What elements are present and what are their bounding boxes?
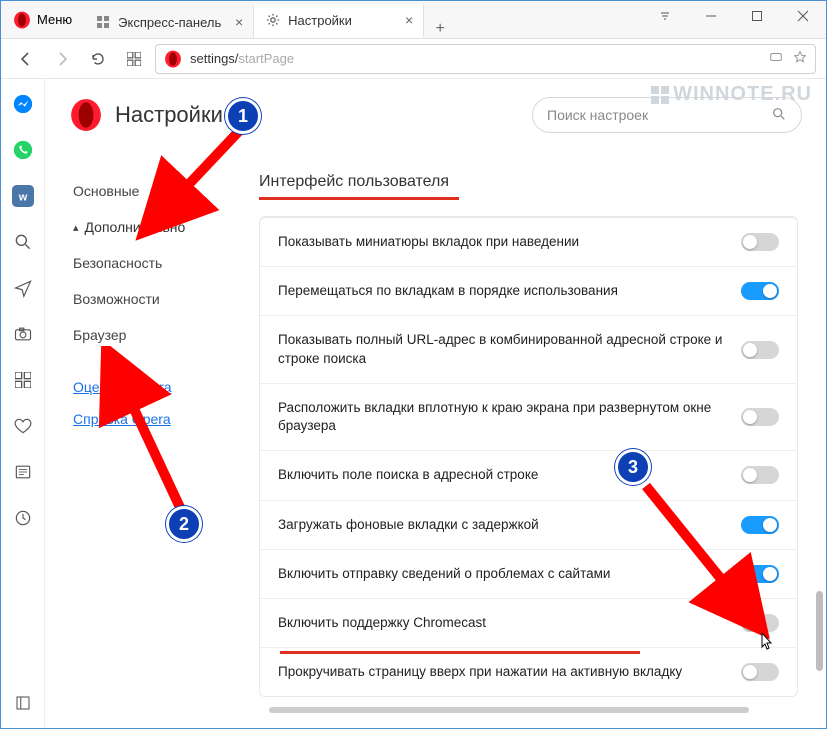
setting-row[interactable]: Прокручивать страницу вверх при нажатии … xyxy=(260,647,797,696)
opera-logo-icon xyxy=(164,50,182,68)
sidebar-item-browser[interactable]: Браузер xyxy=(69,317,239,353)
news-icon[interactable] xyxy=(12,461,34,483)
setting-label: Включить отправку сведений о проблемах с… xyxy=(278,565,729,583)
close-icon[interactable]: × xyxy=(235,14,243,30)
setting-row[interactable]: Расположить вкладки вплотную к краю экра… xyxy=(260,383,797,450)
toggle-switch[interactable] xyxy=(741,663,779,681)
help-opera-link[interactable]: Справка Opera xyxy=(69,403,239,435)
annotation-badge-1: 1 xyxy=(225,98,261,134)
cursor-icon xyxy=(756,631,776,655)
whatsapp-icon[interactable] xyxy=(12,139,34,161)
setting-label: Перемещаться по вкладкам в порядке испол… xyxy=(278,282,729,300)
settings-content: Настройки Поиск настроек Основные Дополн… xyxy=(45,79,826,728)
watermark-text: WINNOTE.RU xyxy=(651,83,812,106)
close-icon[interactable]: × xyxy=(405,12,413,28)
horizontal-scrollbar[interactable] xyxy=(269,707,749,713)
close-window-button[interactable] xyxy=(780,1,826,31)
search-placeholder: Поиск настроек xyxy=(547,107,648,123)
bookmark-icon[interactable] xyxy=(793,50,807,67)
annotation-badge-2: 2 xyxy=(166,506,202,542)
windows-logo-icon xyxy=(651,86,669,104)
toggle-switch[interactable] xyxy=(741,516,779,534)
address-bar[interactable]: settings/startPage xyxy=(155,44,816,74)
navigation-toolbar: settings/startPage xyxy=(1,39,826,79)
page-title: Настройки xyxy=(69,98,223,132)
toggle-switch[interactable] xyxy=(741,282,779,300)
toggle-switch[interactable] xyxy=(741,614,779,632)
setting-label: Включить поле поиска в адресной строке xyxy=(278,466,729,484)
maximize-button[interactable] xyxy=(734,1,780,31)
tab-label: Экспресс-панель xyxy=(118,15,221,30)
menu-button[interactable]: Меню xyxy=(1,1,84,38)
minimize-button[interactable] xyxy=(688,1,734,31)
setting-label: Расположить вкладки вплотную к краю экра… xyxy=(278,399,729,435)
sidebar-item-features[interactable]: Возможности xyxy=(69,281,239,317)
heart-icon[interactable] xyxy=(12,415,34,437)
forward-button[interactable] xyxy=(47,44,77,74)
menu-label: Меню xyxy=(37,12,72,27)
vk-icon[interactable]: w xyxy=(12,185,34,207)
reload-button[interactable] xyxy=(83,44,113,74)
new-tab-button[interactable]: + xyxy=(424,20,456,38)
toggle-switch[interactable] xyxy=(741,565,779,583)
search-icon xyxy=(771,106,787,125)
section-title: Интерфейс пользователя xyxy=(259,173,798,191)
tab-settings[interactable]: Настройки × xyxy=(254,4,424,38)
window-titlebar: Меню Экспресс-панель × Настройки × + xyxy=(1,1,826,39)
settings-dropdown-icon[interactable] xyxy=(642,1,688,31)
camera-icon[interactable] xyxy=(12,323,34,345)
setting-row[interactable]: Включить поле поиска в адресной строке xyxy=(260,450,797,499)
search-icon[interactable] xyxy=(12,231,34,253)
settings-sidebar: Основные Дополнительно Безопасность Возм… xyxy=(69,173,239,728)
speed-dial-button[interactable] xyxy=(119,44,149,74)
opera-logo-icon xyxy=(69,98,103,132)
back-button[interactable] xyxy=(11,44,41,74)
window-controls xyxy=(642,1,826,38)
annotation-underline xyxy=(280,651,640,654)
messenger-icon[interactable] xyxy=(12,93,34,115)
vertical-scrollbar[interactable] xyxy=(816,591,823,671)
setting-row[interactable]: Включить поддержку Chromecast xyxy=(260,598,797,647)
sidebar-item-advanced[interactable]: Дополнительно xyxy=(69,209,239,245)
collapse-rail-icon[interactable] xyxy=(12,692,34,714)
settings-pane: Интерфейс пользователя Показывать миниат… xyxy=(259,173,802,728)
tab-strip: Экспресс-панель × Настройки × + xyxy=(84,1,642,38)
setting-row[interactable]: Показывать полный URL-адрес в комбиниров… xyxy=(260,315,797,382)
sidebar-item-security[interactable]: Безопасность xyxy=(69,245,239,281)
url-text: settings/startPage xyxy=(190,51,294,66)
gear-icon xyxy=(266,13,280,27)
toggle-switch[interactable] xyxy=(741,466,779,484)
left-sidebar-rail: w xyxy=(1,79,45,728)
annotation-underline xyxy=(259,197,459,200)
apps-icon[interactable] xyxy=(12,369,34,391)
svg-text:w: w xyxy=(17,192,27,204)
setting-row[interactable]: Включить отправку сведений о проблемах с… xyxy=(260,549,797,598)
annotation-badge-3: 3 xyxy=(615,449,651,485)
history-icon[interactable] xyxy=(12,507,34,529)
rate-opera-link[interactable]: Оценить Opera xyxy=(69,371,239,403)
toggle-switch[interactable] xyxy=(741,233,779,251)
vpn-icon[interactable] xyxy=(769,50,783,67)
setting-label: Загружать фоновые вкладки с задержкой xyxy=(278,516,729,534)
tab-label: Настройки xyxy=(288,13,352,28)
setting-label: Показывать полный URL-адрес в комбиниров… xyxy=(278,331,729,367)
setting-label: Прокручивать страницу вверх при нажатии … xyxy=(278,663,729,681)
tab-speed-dial[interactable]: Экспресс-панель × xyxy=(84,6,254,38)
toggle-switch[interactable] xyxy=(741,408,779,426)
grid-icon xyxy=(96,15,110,29)
sidebar-item-basic[interactable]: Основные xyxy=(69,173,239,209)
opera-logo-icon xyxy=(13,11,31,29)
setting-row[interactable]: Показывать миниатюры вкладок при наведен… xyxy=(260,217,797,266)
setting-row[interactable]: Загружать фоновые вкладки с задержкой xyxy=(260,500,797,549)
setting-row[interactable]: Перемещаться по вкладкам в порядке испол… xyxy=(260,266,797,315)
send-icon[interactable] xyxy=(12,277,34,299)
toggle-switch[interactable] xyxy=(741,341,779,359)
setting-label: Показывать миниатюры вкладок при наведен… xyxy=(278,233,729,251)
setting-label: Включить поддержку Chromecast xyxy=(278,614,729,632)
